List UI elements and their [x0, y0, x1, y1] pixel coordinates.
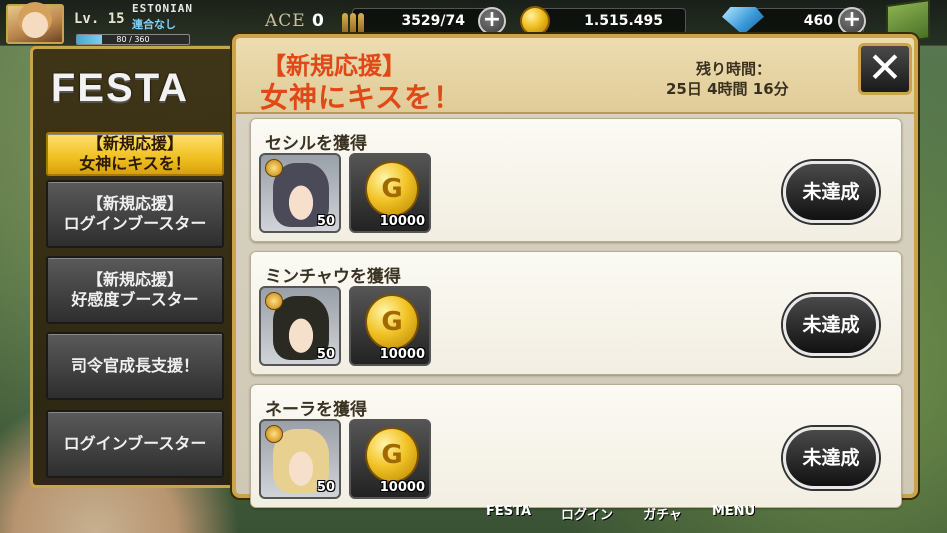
close-button[interactable]: ✕: [858, 43, 912, 95]
character-level: 50: [316, 214, 335, 229]
ammo-icon: [340, 7, 368, 35]
coin-reward[interactable]: 10000: [349, 153, 431, 233]
ace-value: 0: [312, 11, 324, 31]
exp-text: 80 / 360: [116, 35, 150, 44]
coin-reward[interactable]: 10000: [349, 286, 431, 366]
nav-gacha[interactable]: ガチャ: [637, 500, 688, 526]
nav-festa[interactable]: FESTA: [480, 500, 537, 526]
mission-status-button[interactable]: 未達成: [783, 294, 879, 356]
mission-card: ネーラを獲得 50 10000 未達成: [250, 384, 902, 508]
medal-icon: [265, 425, 283, 443]
character-level: 50: [316, 347, 335, 362]
event-header: 【新規応援】 女神にキスを！ 残り時間： 25日 4時間 16分: [236, 38, 914, 114]
mission-status-button[interactable]: 未達成: [783, 161, 879, 223]
character-reward[interactable]: 50: [259, 286, 341, 366]
player-guild: 連合なし: [132, 18, 176, 31]
coin-amount: 10000: [379, 214, 425, 229]
player-avatar[interactable]: [6, 4, 64, 44]
ace-label: ACE: [265, 11, 306, 31]
coin-reward[interactable]: 10000: [349, 419, 431, 499]
add-ammo-button[interactable]: +: [478, 7, 506, 35]
gold-coin-icon: [365, 427, 419, 483]
event-title: 女神にキスを！: [260, 81, 463, 114]
festa-title: FESTA: [50, 66, 190, 110]
gold-counter: 1.515.495: [530, 8, 686, 34]
mission-title: セシルを獲得: [265, 134, 367, 154]
sidebar-tab-2[interactable]: 【新規応援】 ログインブースター: [46, 180, 224, 248]
bottom-nav: FESTA ログイン ガチャ MENU: [480, 500, 761, 526]
sidebar-tab-4[interactable]: 司令官成長支援！: [46, 332, 224, 400]
mission-title: ネーラを獲得: [265, 400, 367, 420]
medal-icon: [265, 159, 283, 177]
player-level: Lv. 15: [74, 11, 125, 27]
sidebar-tab-1[interactable]: 【新規応援】 女神にキスを！: [46, 132, 224, 176]
character-reward[interactable]: 50: [259, 153, 341, 233]
medal-icon: [265, 292, 283, 310]
nav-menu[interactable]: MENU: [706, 500, 761, 526]
mission-title: ミンチャウを獲得: [265, 267, 401, 287]
remaining-time-label: 残り時間：: [696, 60, 772, 78]
character-reward[interactable]: 50: [259, 419, 341, 499]
add-gem-button[interactable]: +: [838, 7, 866, 35]
mission-card: セシルを獲得 50 10000 未達成: [250, 118, 902, 242]
nav-login[interactable]: ログイン: [555, 500, 619, 526]
sidebar-tab-3[interactable]: 【新規応援】 好感度ブースター: [46, 256, 224, 324]
remaining-time-value: 25日 4時間 16分: [666, 80, 789, 98]
gold-coin-icon: [520, 6, 550, 36]
ammo-counter: 3529/74: [352, 8, 492, 34]
mission-status-button[interactable]: 未達成: [783, 427, 879, 489]
coin-amount: 10000: [379, 347, 425, 362]
exp-bar: 80 / 360: [76, 34, 190, 45]
player-name: ESTONIAN: [132, 2, 193, 15]
mission-card: ミンチャウを獲得 50 10000 未達成: [250, 251, 902, 375]
gold-coin-icon: [365, 294, 419, 350]
sidebar-tab-5[interactable]: ログインブースター: [46, 410, 224, 478]
gold-coin-icon: [365, 161, 419, 217]
coin-amount: 10000: [379, 480, 425, 495]
character-level: 50: [316, 480, 335, 495]
